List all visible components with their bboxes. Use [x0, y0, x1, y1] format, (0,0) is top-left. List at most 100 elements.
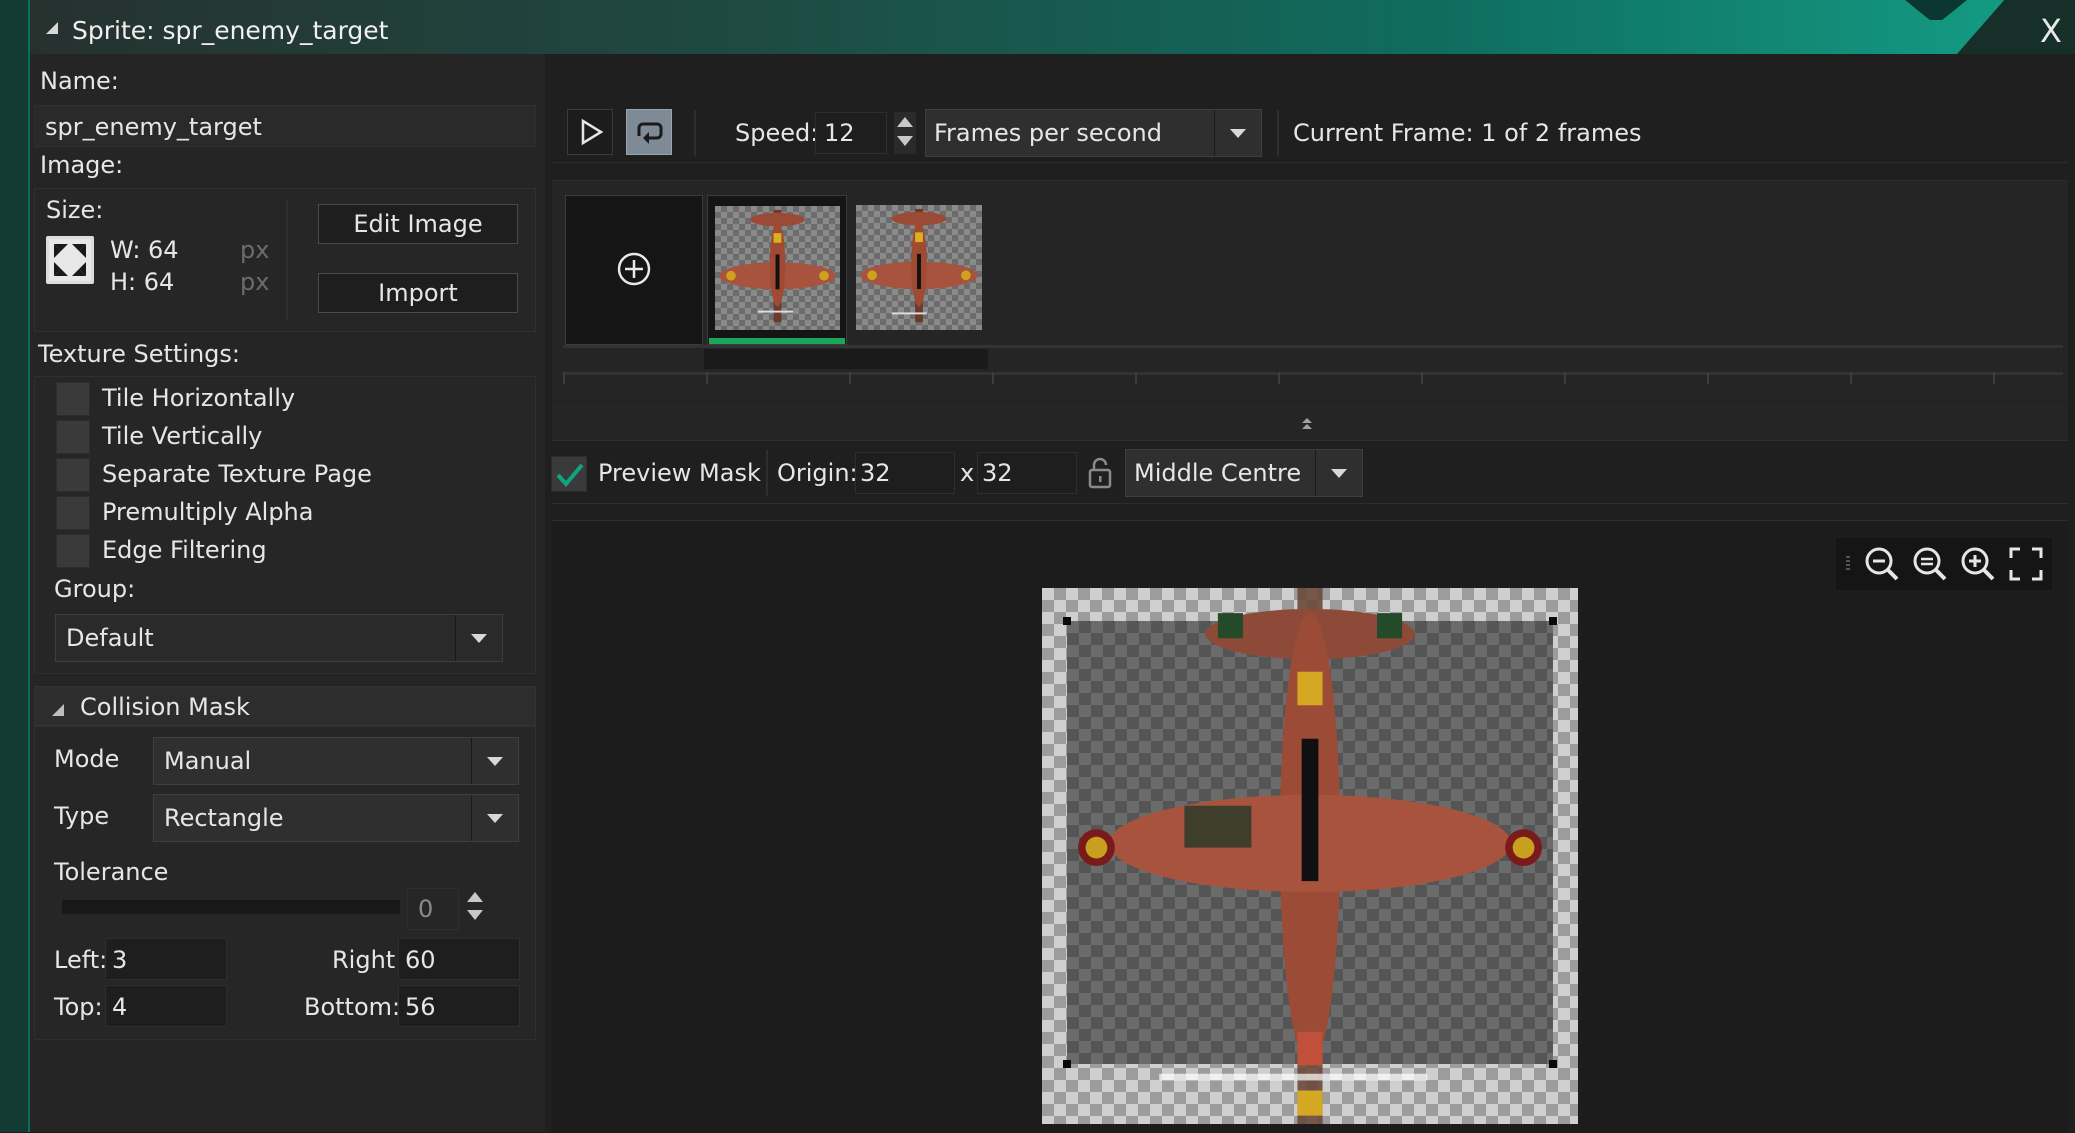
- right-field[interactable]: 60: [398, 938, 520, 980]
- tolerance-value: 0: [418, 895, 434, 923]
- bottom-field[interactable]: 56: [398, 985, 520, 1027]
- type-dropdown[interactable]: Rectangle: [153, 794, 519, 842]
- premultiply-alpha-checkbox[interactable]: [56, 496, 90, 530]
- frame-1-image: [715, 206, 840, 330]
- name-value: spr_enemy_target: [45, 113, 262, 141]
- resize-icon[interactable]: [46, 236, 94, 284]
- chevron-down-icon[interactable]: [1315, 450, 1362, 496]
- edge-filtering-label: Edge Filtering: [102, 536, 267, 564]
- play-button[interactable]: [567, 109, 613, 155]
- tile-vertically-label: Tile Vertically: [102, 422, 263, 450]
- size-label: Size:: [46, 196, 104, 224]
- add-circle-icon: [617, 252, 651, 286]
- tile-horizontally-label: Tile Horizontally: [102, 384, 296, 412]
- origin-x-field[interactable]: 32: [855, 452, 955, 494]
- timeline-range-marker[interactable]: [704, 349, 988, 369]
- bottom-label: Bottom:: [304, 993, 401, 1021]
- mask-handle-bottom-right[interactable]: [1549, 1060, 1557, 1068]
- origin-x-value: 32: [860, 459, 891, 487]
- speed-value: 12: [824, 119, 855, 147]
- tolerance-slider[interactable]: [62, 900, 400, 914]
- left-field[interactable]: 3: [105, 938, 227, 980]
- toolbar-divider: [1277, 110, 1279, 156]
- top-field[interactable]: 4: [105, 985, 227, 1027]
- origin-separator: x: [960, 459, 975, 487]
- texture-option[interactable]: [56, 496, 90, 530]
- toolbar-divider: [766, 450, 768, 496]
- width-value: W: 64: [110, 236, 179, 264]
- texture-option[interactable]: [56, 382, 90, 416]
- splitter-up-icon-2: [1302, 424, 1312, 429]
- tolerance-label: Tolerance: [54, 858, 169, 886]
- texture-option[interactable]: [56, 420, 90, 454]
- left-value: 3: [112, 946, 128, 974]
- texture-option[interactable]: [56, 458, 90, 492]
- right-value: 60: [405, 946, 436, 974]
- zoom-out-icon[interactable]: [1859, 541, 1905, 587]
- name-label: Name:: [40, 67, 119, 95]
- selected-frame-indicator: [709, 338, 845, 344]
- zoom-reset-icon[interactable]: [1907, 541, 1953, 587]
- right-label: Right:: [332, 946, 404, 974]
- zoom-in-icon[interactable]: [1955, 541, 2001, 587]
- loop-toggle-button[interactable]: [626, 109, 672, 155]
- checkmark-icon: [556, 463, 584, 488]
- mask-handle-top-right[interactable]: [1549, 617, 1557, 625]
- chevron-down-icon[interactable]: [471, 738, 518, 784]
- import-button[interactable]: Import: [318, 273, 518, 313]
- frame-2-image[interactable]: [856, 205, 982, 330]
- top-label: Top:: [54, 993, 103, 1021]
- speed-stepper[interactable]: [894, 112, 916, 154]
- height-unit: px: [240, 268, 270, 296]
- chevron-down-icon[interactable]: [1214, 110, 1261, 156]
- tolerance-field[interactable]: 0: [407, 888, 459, 930]
- play-icon: [581, 118, 604, 146]
- splitter-up-icon[interactable]: [1302, 418, 1312, 423]
- frame-thumbnail-selected[interactable]: [707, 195, 847, 345]
- size-divider: [286, 200, 288, 320]
- group-value: Default: [66, 624, 154, 652]
- add-frame-button[interactable]: [565, 195, 703, 345]
- collapse-arrow-icon[interactable]: [52, 704, 64, 716]
- mode-value: Manual: [164, 747, 252, 775]
- top-value: 4: [112, 993, 128, 1021]
- speed-unit-dropdown[interactable]: Frames per second: [925, 109, 1262, 157]
- name-field[interactable]: spr_enemy_target: [34, 105, 536, 147]
- image-label: Image:: [40, 151, 124, 179]
- mode-dropdown[interactable]: Manual: [153, 737, 519, 785]
- texture-option[interactable]: [56, 534, 90, 568]
- chevron-down-icon[interactable]: [471, 795, 518, 841]
- collapse-arrow-icon[interactable]: [46, 22, 58, 34]
- tile-vertically-checkbox[interactable]: [56, 420, 90, 454]
- origin-y-field[interactable]: 32: [977, 452, 1077, 494]
- mask-handle-bottom-left[interactable]: [1063, 1060, 1071, 1068]
- timeline-ticks: [563, 372, 2063, 384]
- preview-mask-checkbox[interactable]: [551, 456, 587, 492]
- plane-sprite-image: [1078, 588, 1542, 1124]
- mask-handle-top-left[interactable]: [1063, 617, 1071, 625]
- group-label: Group:: [54, 575, 136, 603]
- separate-texture-page-label: Separate Texture Page: [102, 460, 372, 488]
- origin-preset-dropdown[interactable]: Middle Centre: [1125, 449, 1363, 497]
- edge-filtering-checkbox[interactable]: [56, 534, 90, 568]
- loop-icon: [637, 122, 663, 144]
- speed-unit-value: Frames per second: [934, 119, 1162, 147]
- origin-y-value: 32: [982, 459, 1013, 487]
- close-icon[interactable]: X: [2040, 12, 2062, 50]
- edit-image-button[interactable]: Edit Image: [318, 204, 518, 244]
- height-value: H: 64: [110, 268, 175, 296]
- window-title: Sprite: spr_enemy_target: [72, 16, 389, 45]
- premultiply-alpha-label: Premultiply Alpha: [102, 498, 314, 526]
- speed-field[interactable]: 12: [815, 112, 887, 154]
- unlock-icon[interactable]: [1085, 455, 1115, 491]
- bottom-value: 56: [405, 993, 436, 1021]
- chevron-down-icon[interactable]: [455, 615, 502, 661]
- tile-horizontally-checkbox[interactable]: [56, 382, 90, 416]
- type-value: Rectangle: [164, 804, 284, 832]
- fit-to-screen-icon[interactable]: [2003, 541, 2049, 587]
- group-dropdown[interactable]: Default: [55, 614, 503, 662]
- separate-texture-page-checkbox[interactable]: [56, 458, 90, 492]
- timeline-track[interactable]: [563, 345, 2063, 348]
- grip-handle-icon[interactable]: [1846, 556, 1850, 572]
- tolerance-stepper[interactable]: [464, 888, 486, 928]
